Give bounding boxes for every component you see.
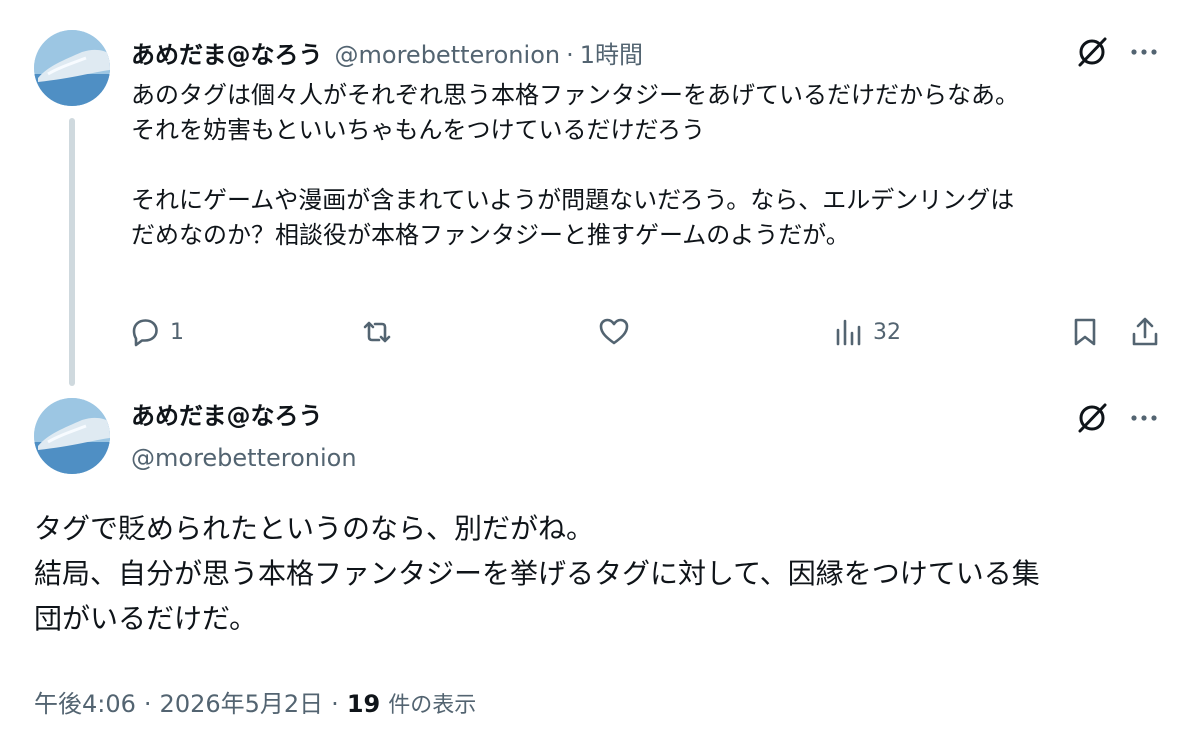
avatar-image: [34, 398, 110, 474]
tweet-meta: @morebetteronion · 1時間: [335, 35, 643, 70]
grok-icon[interactable]: [1074, 34, 1110, 70]
tweet-text-line: 団がいるだけだ。: [34, 602, 258, 635]
handle[interactable]: @morebetteronion: [335, 41, 561, 69]
avatar-image: [34, 30, 110, 106]
display-name[interactable]: あめだま@なろう: [131, 398, 323, 434]
tweet-text-blank-line: [131, 148, 1171, 183]
repost-icon: [363, 321, 391, 343]
reply-button[interactable]: 1: [128, 312, 184, 352]
repost-button[interactable]: [360, 312, 402, 352]
more-icon[interactable]: [1126, 400, 1162, 436]
tweet-text-line: それを妨害もといいちゃもんをつけているだけだろう: [131, 116, 706, 144]
reply-count: 1: [170, 319, 184, 345]
avatar[interactable]: [34, 398, 110, 474]
first-tweet-text: あのタグは個々人がそれぞれ思う本格ファンタジーをあげているだけだからなあ。 それ…: [131, 78, 1171, 253]
tweet-thread-view: あめだま@なろう @morebetteronion · 1時間 あのタグは個々人がそ…: [0, 0, 1195, 747]
display-name[interactable]: あめだま@なろう: [131, 35, 323, 70]
separator: ·: [566, 40, 574, 69]
analytics-icon: [836, 319, 861, 346]
main-tweet-text: タグで貶められたというのなら、別だがね。 結局、自分が思う本格ファンタジーを挙げ…: [34, 506, 1169, 641]
tweet-actions-bar: 1 32: [128, 312, 1168, 352]
first-tweet-header: あめだま@なろう @morebetteronion · 1時間: [131, 34, 643, 70]
like-button[interactable]: [597, 312, 639, 352]
avatar[interactable]: [34, 30, 110, 106]
bookmark-icon: [1074, 318, 1096, 346]
views-count: 32: [873, 319, 901, 345]
handle[interactable]: @morebetteronion: [131, 440, 357, 476]
thread-connector-line: [69, 118, 75, 386]
views-button[interactable]: 32: [831, 312, 901, 352]
tweet-text-line: あのタグは個々人がそれぞれ思う本格ファンタジーをあげているだけだからなあ。: [131, 81, 1019, 109]
tweet-text-line: それにゲームや漫画が含まれていようが問題ないだろう。なら、エルデンリングは: [131, 186, 1015, 214]
post-time[interactable]: 午後4:06: [34, 690, 136, 718]
tweet-text-line: タグで貶められたというのなら、別だがね。: [34, 512, 595, 545]
bookmark-button[interactable]: [1068, 312, 1102, 352]
post-date[interactable]: 2026年5月2日: [160, 690, 324, 718]
tweet-footer-meta: 午後4:06 · 2026年5月2日 · 19 件の表示: [34, 684, 476, 724]
reply-icon: [132, 319, 158, 347]
more-icon[interactable]: [1126, 34, 1162, 70]
share-icon: [1132, 317, 1158, 346]
tweet-text-line: だめなのか？相談役が本格ファンタジーと推すゲームのようだが。: [131, 221, 850, 249]
timestamp[interactable]: 1時間: [580, 41, 643, 69]
tweet-text-line: 結局、自分が思う本格ファンタジーを挙げるタグに対して、因縁をつけている集: [34, 557, 1040, 590]
share-button[interactable]: [1128, 312, 1162, 352]
heart-icon: [599, 318, 629, 345]
separator: ·: [143, 690, 152, 718]
separator: ·: [331, 690, 339, 718]
views-count: 19: [346, 690, 381, 718]
views-label: 件の表示: [388, 693, 477, 718]
grok-icon[interactable]: [1074, 400, 1110, 436]
